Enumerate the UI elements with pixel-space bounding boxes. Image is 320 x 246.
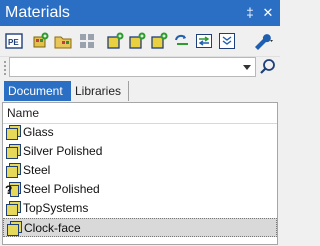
search-combobox[interactable] — [9, 57, 256, 77]
column-header-label: Name — [7, 106, 40, 120]
material-icon — [6, 220, 23, 237]
list-item-label: Silver Polished — [23, 144, 103, 158]
collapse-icon[interactable] — [217, 31, 237, 51]
list-item[interactable]: Glass — [3, 123, 277, 142]
swap-icon[interactable] — [194, 31, 214, 51]
list-item-selected[interactable]: Clock-face — [3, 218, 277, 237]
material-icon — [5, 200, 22, 217]
search-row — [0, 57, 280, 79]
close-icon[interactable]: ✕ — [260, 4, 276, 22]
svg-text:PE: PE — [8, 38, 19, 47]
list-item[interactable]: ? Steel Polished — [3, 180, 277, 199]
new-library-icon[interactable] — [105, 31, 125, 51]
search-input[interactable] — [12, 59, 241, 77]
material-icon — [5, 162, 22, 179]
pe-icon[interactable]: PE — [4, 31, 24, 51]
dropdown-arrow-icon[interactable] — [243, 65, 251, 70]
material-icon — [5, 143, 22, 160]
tab-bar: Document Libraries — [0, 81, 280, 102]
material-icon — [5, 124, 22, 141]
list-item-label: TopSystems — [23, 201, 89, 215]
toolbar: PE — [0, 26, 280, 57]
list-item-label: Clock-face — [24, 221, 81, 235]
window-title: Materials — [5, 4, 70, 21]
list-item[interactable]: Silver Polished — [3, 142, 277, 161]
add-library-icon[interactable] — [149, 31, 169, 51]
materials-list: Glass Silver Polished Steel ? Steel Poli… — [3, 123, 277, 237]
toolbar-grip[interactable] — [3, 60, 7, 76]
column-header-name[interactable]: Name — [3, 103, 277, 124]
material-unknown-icon: ? — [5, 181, 22, 198]
list-item[interactable]: TopSystems — [3, 199, 277, 218]
list-item-label: Glass — [23, 125, 54, 139]
new-folder-icon[interactable] — [127, 31, 147, 51]
add-material-icon[interactable] — [30, 31, 50, 51]
list-item[interactable]: Steel — [3, 161, 277, 180]
grid-icon[interactable] — [77, 31, 97, 51]
window-titlebar: Materials ‡ ✕ — [0, 0, 280, 26]
list-item-label: Steel Polished — [23, 182, 100, 196]
list-item-label: Steel — [23, 163, 51, 177]
tab-document[interactable]: Document — [4, 81, 71, 101]
tab-libraries[interactable]: Libraries — [71, 81, 129, 101]
materials-list-panel: Name Glass Silver Polished Steel ? Steel… — [2, 102, 278, 245]
settings-wrench-icon[interactable] — [252, 31, 273, 51]
pin-icon[interactable]: ‡ — [242, 4, 258, 22]
refresh-icon[interactable] — [172, 31, 192, 51]
search-icon[interactable] — [258, 57, 278, 77]
folder-icon[interactable] — [53, 31, 73, 51]
svg-text:?: ? — [5, 183, 12, 197]
